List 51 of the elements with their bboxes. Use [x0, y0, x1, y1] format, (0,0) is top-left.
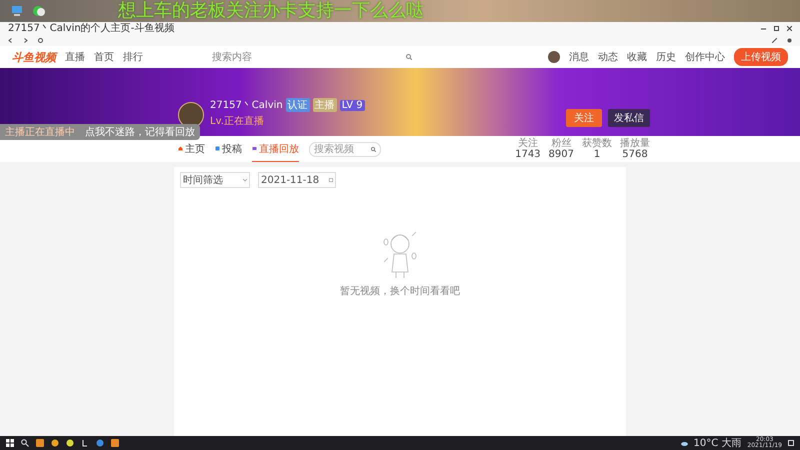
stat-value: 5768	[622, 149, 648, 160]
notification-icon[interactable]	[788, 440, 794, 446]
profile-badge: LV 9	[340, 100, 365, 110]
chat-icon[interactable]	[32, 5, 46, 17]
home-icon	[178, 146, 183, 151]
calendar-icon	[329, 178, 333, 182]
nav-link[interactable]: 动态	[598, 50, 618, 64]
browser-icon[interactable]	[96, 439, 104, 447]
cloud-icon	[680, 440, 688, 446]
toast-text: 点我不迷路，记得看回放	[85, 126, 195, 139]
windows-start-icon[interactable]	[6, 439, 14, 447]
search-icon[interactable]	[21, 439, 29, 447]
toast-title: 主播正在直播中	[5, 126, 75, 139]
computer-icon[interactable]	[10, 5, 24, 17]
nav-link[interactable]: 排行	[123, 50, 143, 64]
stat-value: 8907	[548, 149, 574, 160]
user-avatar[interactable]	[548, 51, 560, 63]
nav-link[interactable]: 创作中心	[685, 50, 725, 64]
date-field[interactable]: 2021-11-18	[258, 172, 336, 188]
empty-message: 暂无视频，换个时间看看吧	[340, 284, 460, 298]
nav-link[interactable]: 消息	[569, 50, 589, 64]
reload-icon[interactable]	[38, 38, 43, 42]
weather-text: 10°C 大雨	[694, 436, 742, 450]
profile-name: 27157丶Calvin	[210, 99, 283, 112]
profile-subtitle: Lv.正在直播	[210, 114, 265, 128]
stat-label: 粉丝	[551, 138, 572, 149]
stat-value: 1	[594, 149, 600, 160]
overlay-caption: 想上车的老板关注办卡支持一下么么哒	[118, 1, 424, 21]
maximize-icon[interactable]	[774, 26, 779, 30]
video-icon	[215, 146, 220, 151]
profile-tab[interactable]: 投稿	[215, 136, 242, 162]
stat-label: 关注	[518, 138, 538, 149]
close-icon[interactable]	[787, 26, 792, 30]
message-button[interactable]: 发私信	[608, 109, 650, 127]
nav-link[interactable]: 收藏	[627, 50, 647, 64]
stat-label: 播放量	[620, 138, 650, 149]
window-title: 27157丶Calvin的个人主页-斗鱼视频	[8, 22, 174, 35]
stat-label: 获赞数	[582, 138, 612, 149]
nav-link[interactable]: 历史	[656, 50, 676, 64]
minimize-icon[interactable]	[761, 26, 766, 30]
chevron-icon	[243, 178, 247, 182]
profile-badge: 认证	[286, 98, 310, 112]
replay-icon	[252, 146, 257, 151]
nav-link[interactable]: 直播	[65, 50, 85, 64]
forward-icon[interactable]	[23, 38, 28, 42]
profile-badge: 主播	[312, 98, 337, 112]
time-filter-dropdown[interactable]: 时间筛选	[180, 172, 250, 188]
search-field[interactable]: 搜索内容	[212, 50, 252, 64]
stat-value: 1743	[515, 149, 541, 160]
back-icon[interactable]	[8, 38, 13, 42]
nav-link[interactable]: 首页	[94, 50, 114, 64]
